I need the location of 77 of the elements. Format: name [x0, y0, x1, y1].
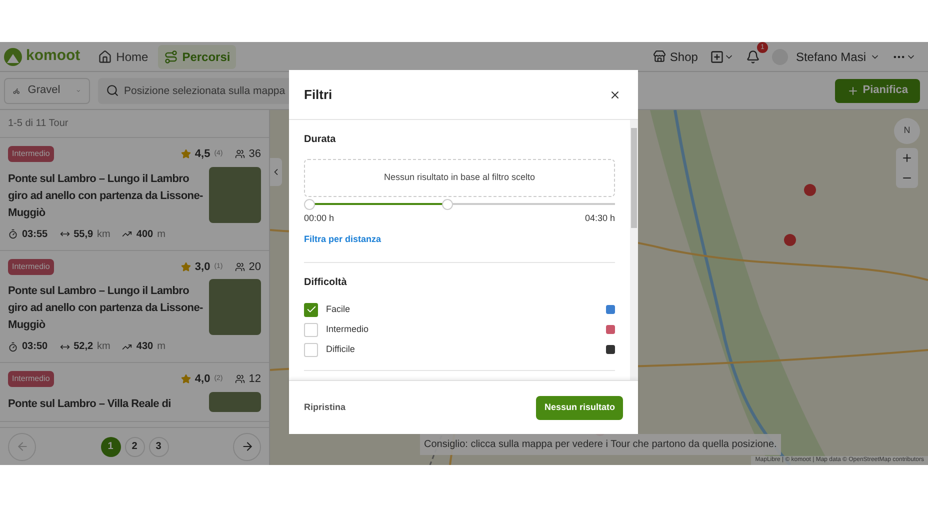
difficulty-badge: Intermedio: [8, 371, 54, 388]
tour-title: Ponte sul Lambro – Lungo il Lambro giro ad anello con partenza da Lissone-Muggiò: [8, 284, 203, 333]
plus-icon: [846, 84, 859, 96]
difficulty-badge: Intermedio: [8, 258, 54, 275]
user-menu[interactable]: Stefano Masi: [796, 48, 880, 66]
star-icon: [180, 262, 191, 272]
reset-button[interactable]: Ripristina: [304, 400, 346, 414]
elevation: 400: [136, 228, 154, 242]
next-page-button[interactable]: [233, 432, 261, 460]
rating: 4,0: [194, 372, 210, 387]
min-duration-label: 00:00 h: [304, 212, 334, 225]
difficulty-label: Facile: [326, 302, 350, 316]
elevation-unit: m: [157, 340, 166, 354]
distance-icon: [60, 229, 70, 239]
plan-button[interactable]: Pianifica: [834, 78, 920, 102]
logo-text: komoot: [26, 46, 80, 66]
page-button[interactable]: 1: [100, 436, 120, 456]
sport-dropdown[interactable]: Gravel: [4, 78, 90, 104]
search-icon: [106, 84, 119, 97]
home-icon: [98, 50, 112, 64]
page-button[interactable]: 2: [124, 436, 144, 456]
member-count: 20: [248, 260, 261, 274]
duration: 03:55: [22, 228, 48, 242]
photo-placeholder: [209, 279, 261, 335]
duration: 03:50: [22, 340, 48, 354]
logo-icon: [4, 48, 22, 66]
tour-count: 1-5 di 11 Tour: [0, 110, 269, 138]
right-arrow-icon: [240, 440, 254, 453]
difficulty-checkbox[interactable]: [304, 342, 318, 356]
distance: 52,2: [74, 340, 94, 354]
difficulty-label: Difficile: [326, 342, 355, 356]
tour-title: Ponte sul Lambro – Lungo il Lambro giro ad anello con partenza da Lissone-Muggiò: [8, 172, 203, 220]
close-icon: [609, 88, 621, 100]
ascent-icon: [122, 342, 132, 352]
check-icon: [306, 304, 316, 315]
people-icon: [234, 262, 245, 272]
difficulty-badge: Intermedio: [8, 146, 54, 162]
rating: 4,5: [194, 147, 210, 162]
difficulty-checkbox[interactable]: [304, 302, 318, 316]
difficulty-checkbox[interactable]: [304, 322, 318, 336]
notifications-icon[interactable]: [746, 50, 760, 64]
create-menu[interactable]: [710, 50, 734, 64]
star-icon: [180, 149, 191, 160]
photo-placeholder: [209, 392, 261, 412]
timer-icon: [8, 342, 18, 352]
route-icon: [164, 50, 178, 64]
shop-link[interactable]: Shop: [652, 48, 698, 66]
member-count: 36: [248, 147, 261, 162]
people-icon: [234, 149, 245, 160]
people-icon: [234, 374, 245, 384]
distance: 55,9: [74, 228, 94, 242]
member-count: 12: [248, 372, 261, 387]
max-duration-label: 04:30 h: [584, 212, 615, 225]
elevation-unit: m: [157, 228, 166, 242]
distance-unit: km: [97, 340, 110, 354]
section-title: Difficoltà: [304, 276, 348, 290]
section-title: Durata: [304, 133, 337, 147]
distance-unit: km: [97, 228, 110, 242]
page-button[interactable]: 3: [148, 436, 168, 456]
nav-tab[interactable]: Home: [92, 44, 154, 68]
ascent-icon: [122, 229, 132, 239]
difficulty-label: Intermedio: [326, 322, 369, 336]
photo-placeholder: [209, 166, 261, 222]
plus-icon: [901, 152, 913, 164]
duration-slider[interactable]: [304, 198, 615, 210]
rating: 3,0: [194, 260, 210, 274]
filter-by-distance-link[interactable]: Filtra per distanza: [304, 232, 382, 246]
tour-title: Ponte sul Lambro – Villa Reale di: [8, 396, 172, 412]
plus-square-icon: [710, 50, 724, 64]
timer-icon: [8, 229, 18, 239]
elevation: 430: [136, 340, 154, 354]
left-arrow-icon: [16, 440, 28, 453]
star-icon: [180, 374, 191, 384]
empty-results-message: Nessun risultato in base al filtro scelto: [304, 159, 615, 197]
shop-icon: [652, 50, 666, 63]
map-tip: Consiglio: clicca sulla mappa per vedere i Tour che partono da quella posizione.: [420, 434, 781, 455]
show-results-button[interactable]: Nessun risultato: [536, 396, 623, 420]
